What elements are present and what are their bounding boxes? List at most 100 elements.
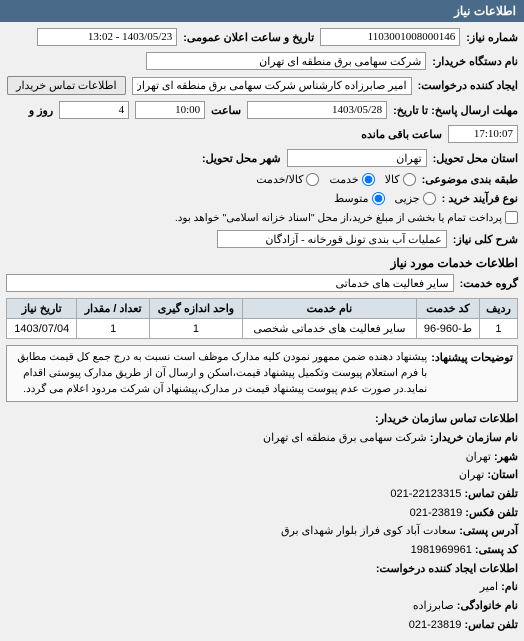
contact-postal-row: کد پستی: 1981969961 [6, 541, 518, 560]
deadline-time-input[interactable] [135, 101, 205, 119]
contact-fax-value: 23819-021 [410, 507, 463, 519]
cat-goods-radio[interactable] [403, 173, 416, 186]
th-idx: ردیف [479, 299, 517, 319]
service-group-input[interactable] [6, 274, 454, 292]
contact-postal-value: 1981969961 [411, 544, 472, 556]
contact-org-row: نام سازمان خریدار: شرکت سهامی برق منطقه … [6, 429, 518, 448]
req-fname-row: نام: امیر [6, 578, 518, 597]
org-value: شرکت سهامی برق منطقه ای تهران [263, 432, 427, 444]
contact-address-row: آدرس پستی: سعادت آباد کوی فراز بلوار شهد… [6, 522, 518, 541]
proc-small-label: جزیی [395, 192, 420, 205]
th-name: نام خدمت [242, 299, 416, 319]
category-label: طبقه بندی موضوعی: [422, 173, 518, 186]
cat-both-radio[interactable] [306, 173, 319, 186]
req-phone-value: 23819-021 [409, 619, 462, 631]
lname-value: صابرزاده [413, 600, 454, 612]
days-remaining-input[interactable] [59, 101, 129, 119]
contact-province-value: تهران [459, 469, 484, 481]
time-remaining-input[interactable] [448, 125, 518, 143]
need-number-input[interactable] [320, 28, 460, 46]
req-lname-row: نام خانوادگی: صابرزاده [6, 597, 518, 616]
page-title: اطلاعات نیاز [454, 4, 516, 18]
cat-service-label: خدمت [329, 173, 358, 186]
buyer-name-input[interactable] [146, 52, 426, 70]
contact-city-row: شهر: تهران [6, 448, 518, 467]
td-code: ط-960-96 [416, 319, 479, 339]
description-text: پیشنهاد دهنده ضمن ممهور نمودن کلیه مدارک… [11, 350, 427, 397]
service-group-label: گروه خدمت: [460, 277, 518, 290]
contact-section-title: اطلاعات تماس سازمان خریدار: [6, 410, 518, 429]
requester-label: ایجاد کننده درخواست: [418, 79, 518, 92]
contact-province-row: استان: تهران [6, 466, 518, 485]
cat-both-label: کالا/خدمت [256, 173, 303, 186]
proc-small-radio[interactable] [423, 192, 436, 205]
category-radio-group: کالا خدمت کالا/خدمت [256, 173, 415, 186]
treasury-checkbox[interactable] [505, 211, 518, 224]
contact-fax-row: تلفن فکس: 23819-021 [6, 504, 518, 523]
treasury-check-item[interactable]: پرداخت تمام یا بخشی از مبلغ خرید،از محل … [175, 211, 518, 224]
process-radio-group: جزیی متوسط [334, 192, 436, 205]
table-header-row: ردیف کد خدمت نام خدمت واحد اندازه گیری ت… [7, 299, 518, 319]
fname-value: امیر [480, 581, 498, 593]
contact-address-value: سعادت آباد کوی فراز بلوار شهدای برق [281, 525, 456, 537]
services-section-title: اطلاعات خدمات مورد نیاز [6, 256, 518, 270]
subject-label: شرح کلی نیاز: [453, 233, 518, 246]
time-label-1: ساعت [211, 104, 241, 117]
cat-goods-label: کالا [385, 173, 400, 186]
contact-phone-label: تلفن تماس: [464, 488, 518, 500]
buyer-name-label: نام دستگاه خریدار: [432, 55, 518, 68]
main-content: شماره نیاز: تاریخ و ساعت اعلان عمومی: نا… [0, 22, 524, 641]
process-note: پرداخت تمام یا بخشی از مبلغ خرید،از محل … [175, 212, 502, 224]
td-idx: 1 [479, 319, 517, 339]
th-unit: واحد اندازه گیری [149, 299, 242, 319]
contact-section: اطلاعات تماس سازمان خریدار: نام سازمان خ… [6, 410, 518, 634]
cat-both-item[interactable]: کالا/خدمت [256, 173, 319, 186]
cat-service-item[interactable]: خدمت [329, 173, 374, 186]
fname-label: نام: [501, 581, 518, 593]
td-date: 1403/07/04 [7, 319, 77, 339]
deadline-date-input[interactable] [247, 101, 387, 119]
td-unit: 1 [149, 319, 242, 339]
th-code: کد خدمت [416, 299, 479, 319]
contact-address-label: آدرس پستی: [459, 525, 518, 537]
contact-phone-value: 22123315-021 [390, 488, 461, 500]
proc-medium-label: متوسط [334, 192, 369, 205]
city-label: شهر محل تحویل: [202, 152, 281, 165]
requester-input[interactable] [132, 77, 412, 95]
deadline-label: مهلت ارسال پاسخ: تا تاریخ: [393, 104, 518, 117]
req-phone-row: تلفن تماس: 23819-021 [6, 616, 518, 635]
contact-city-label: شهر: [494, 451, 518, 463]
page-header: اطلاعات نیاز [0, 0, 524, 22]
province-input[interactable] [287, 149, 427, 167]
days-label: روز و [29, 104, 53, 117]
remaining-label: ساعت باقی مانده [361, 128, 442, 141]
th-qty: تعداد / مقدار [77, 299, 149, 319]
contact-phone-row: تلفن تماس: 22123315-021 [6, 485, 518, 504]
table-row: 1 ط-960-96 سایر فعالیت های خدماتی شخصی 1… [7, 319, 518, 339]
announce-label: تاریخ و ساعت اعلان عمومی: [183, 31, 314, 44]
td-name: سایر فعالیت های خدماتی شخصی [242, 319, 416, 339]
proc-medium-item[interactable]: متوسط [334, 192, 385, 205]
announce-input[interactable] [37, 28, 177, 46]
description-label: توضیحات پیشنهاد: [431, 350, 513, 397]
subject-input[interactable] [217, 230, 447, 248]
org-label: نام سازمان خریدار: [430, 432, 518, 444]
proc-medium-radio[interactable] [372, 192, 385, 205]
contact-buyer-button[interactable]: اطلاعات تماس خریدار [7, 76, 125, 95]
cat-goods-item[interactable]: کالا [385, 173, 416, 186]
contact-province-label: استان: [487, 469, 518, 481]
req-phone-label: تلفن تماس: [464, 619, 518, 631]
contact-postal-label: کد پستی: [475, 544, 518, 556]
proc-small-item[interactable]: جزیی [395, 192, 436, 205]
province-label: استان محل تحویل: [433, 152, 518, 165]
th-date: تاریخ نیاز [7, 299, 77, 319]
description-box: توضیحات پیشنهاد: پیشنهاد دهنده ضمن ممهور… [6, 345, 518, 402]
process-label: نوع فرآیند خرید : [442, 192, 518, 205]
contact-fax-label: تلفن فکس: [465, 507, 518, 519]
lname-label: نام خانوادگی: [457, 600, 518, 612]
td-qty: 1 [77, 319, 149, 339]
cat-service-radio[interactable] [362, 173, 375, 186]
services-table: ردیف کد خدمت نام خدمت واحد اندازه گیری ت… [6, 298, 518, 339]
need-number-label: شماره نیاز: [466, 31, 518, 44]
contact-city-value: تهران [466, 451, 491, 463]
